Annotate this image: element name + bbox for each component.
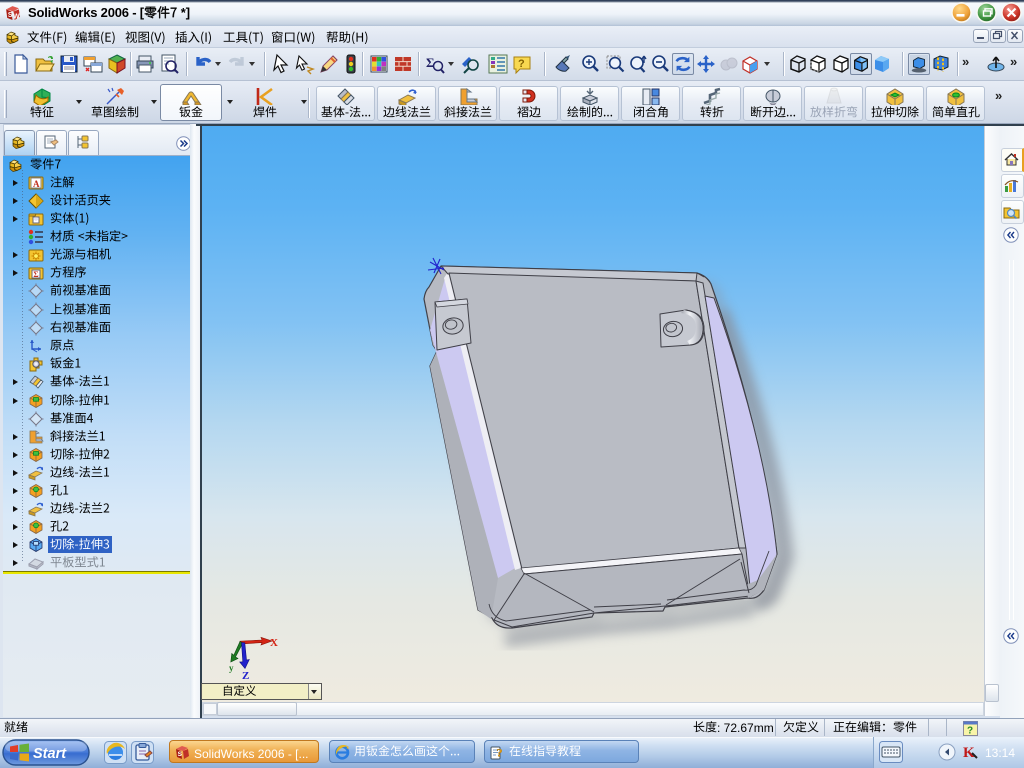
svg-text:Σ: Σ — [33, 270, 38, 279]
svg-text:A: A — [33, 179, 40, 189]
svg-text:Start: Start — [33, 746, 67, 762]
svg-text:y: y — [229, 663, 234, 673]
svg-text:Z: Z — [242, 670, 249, 682]
svg-text:K: K — [963, 745, 975, 760]
svg-text:W: W — [13, 14, 20, 21]
svg-text:S: S — [178, 751, 183, 758]
svg-text:?: ? — [967, 726, 973, 737]
svg-text:S: S — [8, 12, 13, 19]
svg-text:?: ? — [497, 746, 503, 760]
svg-text:X: X — [270, 637, 278, 649]
svg-text:?: ? — [518, 58, 525, 70]
